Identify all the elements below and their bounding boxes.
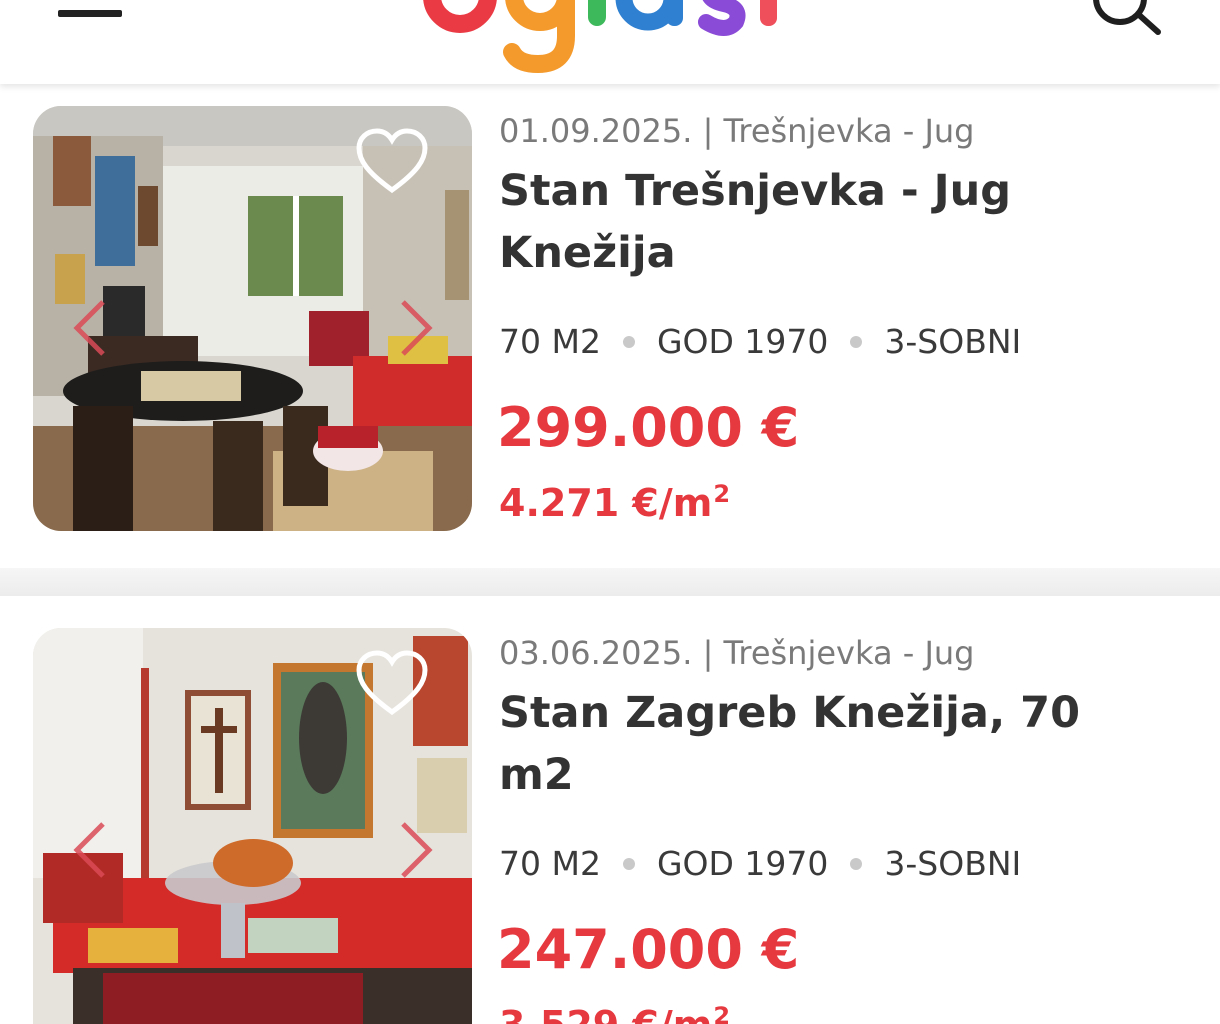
spec-area: 70 M2 <box>499 322 601 361</box>
spec-area: 70 M2 <box>499 844 601 883</box>
oglasi-logo[interactable]: oglasi <box>420 0 800 76</box>
listing-specs: 70 M2 GOD 1970 3-SOBNI <box>499 322 1021 361</box>
heart-icon[interactable] <box>355 128 429 196</box>
spec-rooms: 3-SOBNI <box>884 322 1022 361</box>
chevron-right-icon[interactable] <box>393 818 437 882</box>
separator-dot <box>850 857 863 870</box>
spec-year: GOD 1970 <box>656 844 829 883</box>
price-per-m2: 4.271 €/m2 <box>499 480 731 525</box>
listings-page: oglasi <box>0 0 1220 1024</box>
listing-card[interactable]: 03.06.2025. | Trešnjevka - Jug Stan Zagr… <box>0 596 1220 1024</box>
price-per-m2: 3.529 €/m2 <box>499 1002 731 1024</box>
search-icon[interactable] <box>1086 0 1166 44</box>
chevron-right-icon[interactable] <box>393 296 437 360</box>
chevron-left-icon[interactable] <box>69 818 113 882</box>
listing-photo[interactable] <box>33 106 472 531</box>
listing-specs: 70 M2 GOD 1970 3-SOBNI <box>499 844 1021 883</box>
hamburger-menu-icon[interactable] <box>58 0 124 40</box>
listing-price: 247.000 € <box>497 918 800 981</box>
listing-separator <box>0 568 1220 597</box>
heart-icon[interactable] <box>355 650 429 718</box>
chevron-left-icon[interactable] <box>69 296 113 360</box>
listing-price: 299.000 € <box>497 396 800 459</box>
listing-title[interactable]: Stan Trešnjevka - Jug Knežija <box>499 160 1139 284</box>
listing-photo[interactable] <box>33 628 472 1024</box>
spec-rooms: 3-SOBNI <box>884 844 1022 883</box>
listing-title[interactable]: Stan Zagreb Knežija, 70 m2 <box>499 682 1139 806</box>
separator-dot <box>622 857 635 870</box>
listing-meta: 01.09.2025. | Trešnjevka - Jug <box>499 112 975 150</box>
listing-meta: 03.06.2025. | Trešnjevka - Jug <box>499 634 975 672</box>
separator-dot <box>622 335 635 348</box>
top-header: oglasi <box>0 0 1220 84</box>
separator-dot <box>850 335 863 348</box>
listing-card[interactable]: 01.09.2025. | Trešnjevka - Jug Stan Treš… <box>0 84 1220 572</box>
spec-year: GOD 1970 <box>656 322 829 361</box>
